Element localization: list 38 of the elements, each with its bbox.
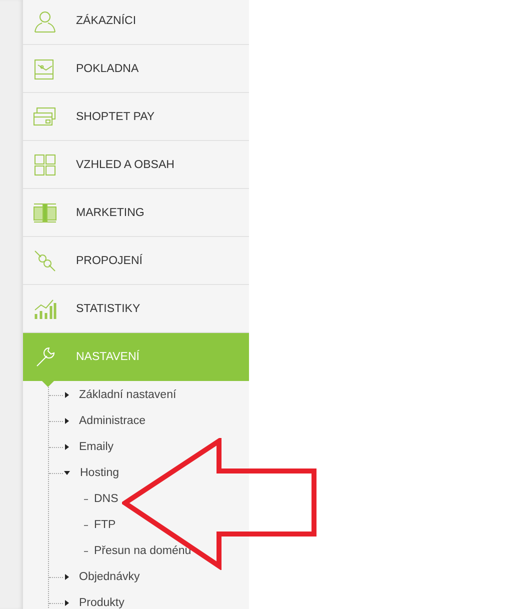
menu-label: SHOPTET PAY — [76, 110, 155, 122]
menu-label: ZÁKAZNÍCI — [76, 14, 136, 26]
submenu-item[interactable]: Základní nastavení — [79, 389, 176, 401]
dash-icon — [84, 550, 88, 552]
expand-arrow-icon[interactable] — [65, 418, 69, 424]
submenu-item[interactable]: Přesun na doménu — [94, 545, 192, 557]
expand-arrow-icon[interactable] — [65, 574, 69, 580]
menu-item[interactable]: VZHLED A OBSAH — [23, 141, 249, 189]
menu-label: STATISTIKY — [76, 302, 140, 314]
dash-icon — [84, 498, 88, 500]
menu-pointer-icon — [42, 381, 54, 387]
menu-item[interactable]: POKLADNA — [23, 45, 249, 93]
plug-icon — [33, 248, 57, 272]
dash-icon — [84, 524, 88, 526]
person-icon — [33, 8, 57, 32]
menu-label: VZHLED A OBSAH — [76, 158, 174, 170]
expand-arrow-icon[interactable] — [64, 471, 70, 475]
menu-label: NASTAVENÍ — [76, 350, 140, 362]
grid-icon — [33, 152, 57, 176]
submenu-item[interactable]: Produkty — [79, 597, 124, 609]
expand-arrow-icon[interactable] — [65, 444, 69, 450]
menu-item[interactable]: MARKETING — [23, 189, 249, 237]
menu-label: POKLADNA — [76, 62, 139, 74]
submenu-item[interactable]: DNS — [94, 493, 118, 505]
submenu-item[interactable]: FTP — [94, 519, 116, 531]
submenu-item[interactable]: Hosting — [80, 467, 119, 479]
menu-label: MARKETING — [76, 206, 144, 218]
menu-item[interactable]: SHOPTET PAY — [23, 93, 249, 141]
menu-item[interactable]: PROPOJENÍ — [23, 237, 249, 285]
menu-item[interactable]: ZÁKAZNÍCI — [23, 0, 249, 45]
banknotes-icon — [33, 200, 57, 224]
menu-label: PROPOJENÍ — [76, 254, 142, 266]
submenu-item[interactable]: Objednávky — [79, 571, 140, 583]
submenu-item[interactable]: Administrace — [79, 415, 146, 427]
card-icon — [33, 104, 57, 128]
submenu-item[interactable]: Emaily — [79, 441, 114, 453]
expand-arrow-icon[interactable] — [65, 392, 69, 398]
expand-arrow-icon[interactable] — [65, 600, 69, 606]
